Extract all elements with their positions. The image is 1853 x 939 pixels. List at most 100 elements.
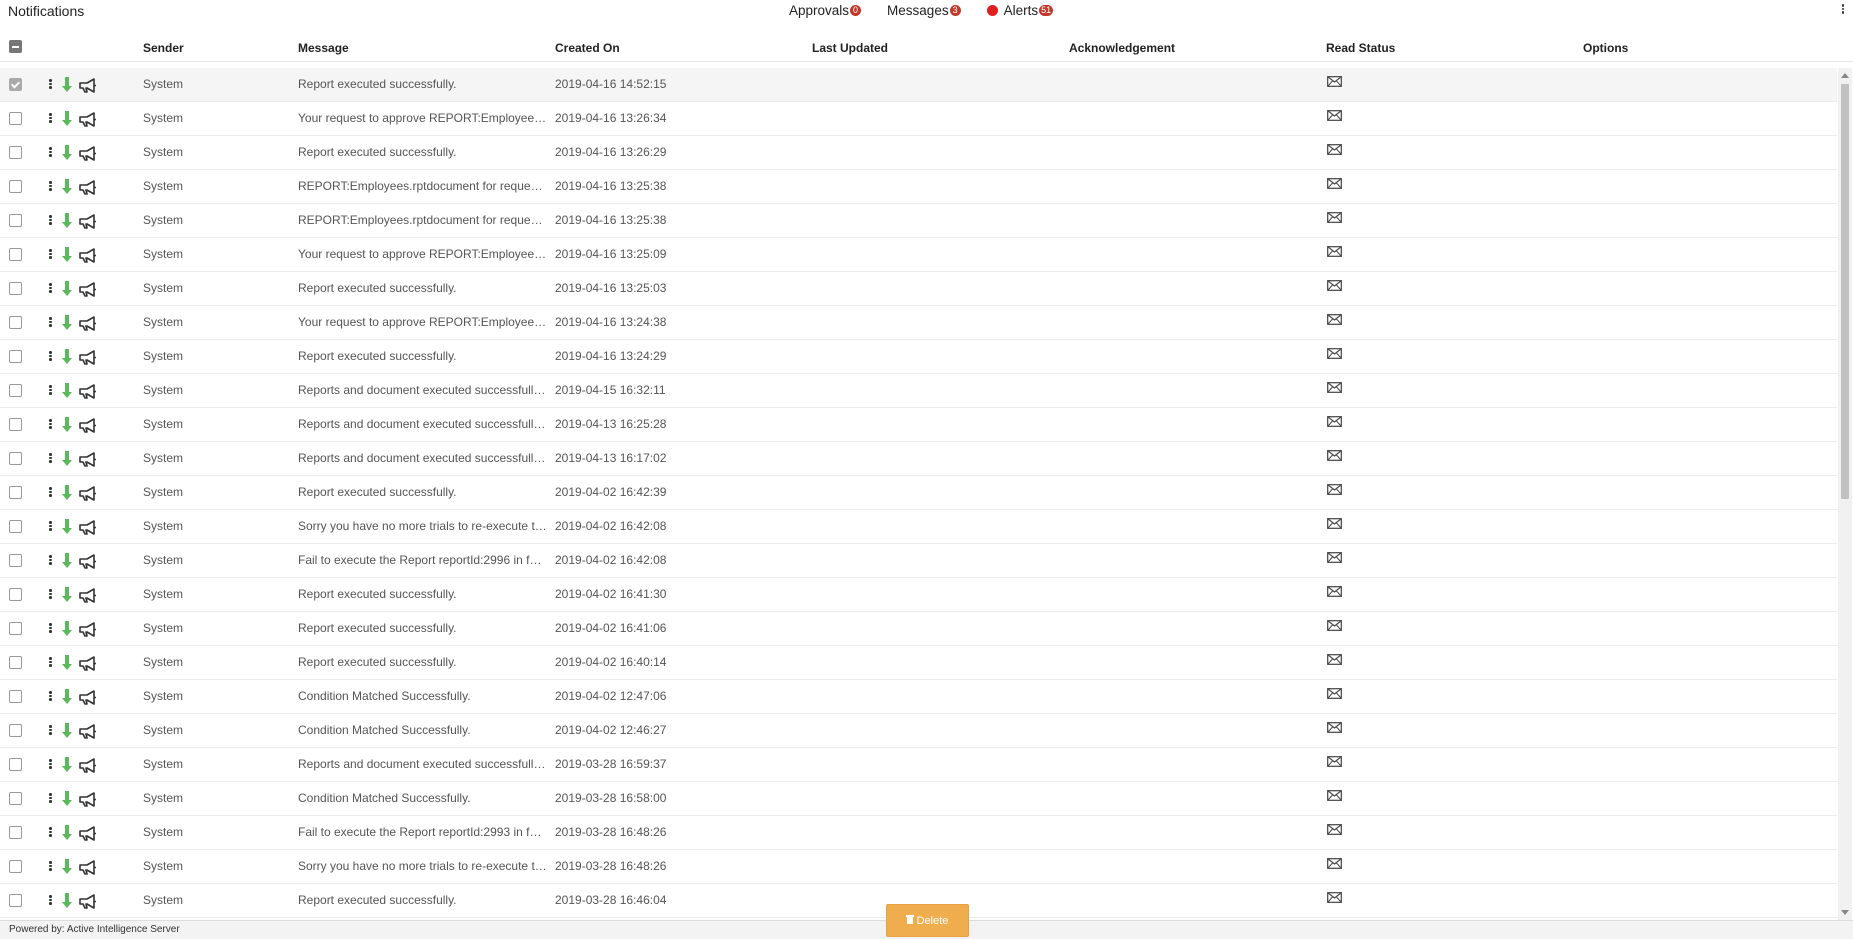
row-menu-icon[interactable] <box>49 724 52 736</box>
megaphone-icon[interactable] <box>78 418 97 436</box>
megaphone-icon[interactable] <box>78 792 97 810</box>
megaphone-icon[interactable] <box>78 384 97 402</box>
megaphone-icon[interactable] <box>78 690 97 708</box>
megaphone-icon[interactable] <box>78 588 97 606</box>
megaphone-icon[interactable] <box>78 112 97 130</box>
download-arrow-icon[interactable] <box>62 485 74 503</box>
table-row[interactable]: System Reports and document executed succ… <box>0 442 1837 476</box>
row-checkbox[interactable] <box>9 384 22 397</box>
envelope-icon[interactable] <box>1327 756 1342 770</box>
envelope-icon[interactable] <box>1327 518 1342 532</box>
row-checkbox[interactable] <box>9 146 22 159</box>
megaphone-icon[interactable] <box>78 656 97 674</box>
table-row[interactable]: System Fail to execute the Report reportI… <box>0 544 1837 578</box>
row-menu-icon[interactable] <box>49 554 52 566</box>
select-all-checkbox[interactable] <box>9 40 22 53</box>
megaphone-icon[interactable] <box>78 826 97 844</box>
row-checkbox[interactable] <box>9 486 22 499</box>
row-menu-icon[interactable] <box>49 78 52 90</box>
row-checkbox[interactable] <box>9 214 22 227</box>
message-cell[interactable]: Reports and document executed successful… <box>298 451 548 465</box>
message-cell[interactable]: Report executed successfully. <box>298 349 548 363</box>
envelope-icon[interactable] <box>1327 892 1342 906</box>
envelope-icon[interactable] <box>1327 178 1342 192</box>
envelope-icon[interactable] <box>1327 144 1342 158</box>
download-arrow-icon[interactable] <box>62 689 74 707</box>
megaphone-icon[interactable] <box>78 350 97 368</box>
row-menu-icon[interactable] <box>49 792 52 804</box>
row-checkbox[interactable] <box>9 554 22 567</box>
table-row[interactable]: System Report executed successfully. 2019-… <box>0 612 1837 646</box>
row-menu-icon[interactable] <box>49 384 52 396</box>
message-cell[interactable]: Report executed successfully. <box>298 621 548 635</box>
row-menu-icon[interactable] <box>49 690 52 702</box>
table-row[interactable]: System Report executed successfully. 2019-… <box>0 136 1837 170</box>
envelope-icon[interactable] <box>1327 110 1342 124</box>
row-checkbox[interactable] <box>9 112 22 125</box>
row-checkbox[interactable] <box>9 78 22 91</box>
message-cell[interactable]: Reports and document executed successful… <box>298 383 548 397</box>
more-options-icon[interactable] <box>1841 3 1845 17</box>
download-arrow-icon[interactable] <box>62 791 74 809</box>
envelope-icon[interactable] <box>1327 348 1342 362</box>
row-checkbox[interactable] <box>9 656 22 669</box>
megaphone-icon[interactable] <box>78 486 97 504</box>
envelope-icon[interactable] <box>1327 246 1342 260</box>
row-menu-icon[interactable] <box>49 656 52 668</box>
table-row[interactable]: System Condition Matched Successfully. 201… <box>0 782 1837 816</box>
message-cell[interactable]: Your request to approve REPORT:Employee… <box>298 247 548 261</box>
row-menu-icon[interactable] <box>49 486 52 498</box>
download-arrow-icon[interactable] <box>62 757 74 775</box>
row-checkbox[interactable] <box>9 724 22 737</box>
row-menu-icon[interactable] <box>49 758 52 770</box>
megaphone-icon[interactable] <box>78 860 97 878</box>
row-menu-icon[interactable] <box>49 248 52 260</box>
message-cell[interactable]: Report executed successfully. <box>298 587 548 601</box>
row-menu-icon[interactable] <box>49 826 52 838</box>
scroll-up-icon[interactable] <box>1841 73 1849 78</box>
row-menu-icon[interactable] <box>49 282 52 294</box>
envelope-icon[interactable] <box>1327 586 1342 600</box>
message-cell[interactable]: Sorry you have no more trials to re-exec… <box>298 519 548 533</box>
envelope-icon[interactable] <box>1327 654 1342 668</box>
message-cell[interactable]: Reports and document executed successful… <box>298 417 548 431</box>
scrollbar-thumb[interactable] <box>1841 84 1849 499</box>
message-cell[interactable]: Fail to execute the Report reportId:2996… <box>298 553 548 567</box>
envelope-icon[interactable] <box>1327 450 1342 464</box>
megaphone-icon[interactable] <box>78 894 97 912</box>
megaphone-icon[interactable] <box>78 78 97 96</box>
table-row[interactable]: System Your request to approve REPORT:Emp… <box>0 306 1837 340</box>
row-menu-icon[interactable] <box>49 588 52 600</box>
scroll-down-icon[interactable] <box>1841 910 1849 915</box>
megaphone-icon[interactable] <box>78 214 97 232</box>
table-row[interactable]: System Sorry you have no more trials to r… <box>0 850 1837 884</box>
table-row[interactable]: System Your request to approve REPORT:Emp… <box>0 238 1837 272</box>
row-checkbox[interactable] <box>9 180 22 193</box>
column-header-last-updated[interactable]: Last Updated <box>812 41 888 55</box>
row-menu-icon[interactable] <box>49 622 52 634</box>
delete-button[interactable]: Delete <box>886 904 969 937</box>
table-row[interactable]: System Your request to approve REPORT:Emp… <box>0 102 1837 136</box>
envelope-icon[interactable] <box>1327 552 1342 566</box>
download-arrow-icon[interactable] <box>62 247 74 265</box>
megaphone-icon[interactable] <box>78 622 97 640</box>
row-menu-icon[interactable] <box>49 452 52 464</box>
download-arrow-icon[interactable] <box>62 315 74 333</box>
row-checkbox[interactable] <box>9 860 22 873</box>
megaphone-icon[interactable] <box>78 316 97 334</box>
megaphone-icon[interactable] <box>78 452 97 470</box>
envelope-icon[interactable] <box>1327 790 1342 804</box>
megaphone-icon[interactable] <box>78 180 97 198</box>
row-checkbox[interactable] <box>9 350 22 363</box>
megaphone-icon[interactable] <box>78 554 97 572</box>
download-arrow-icon[interactable] <box>62 723 74 741</box>
megaphone-icon[interactable] <box>78 146 97 164</box>
row-checkbox[interactable] <box>9 418 22 431</box>
table-row[interactable]: System Reports and document executed succ… <box>0 408 1837 442</box>
tab-approvals[interactable]: Approvals 0 <box>789 3 862 18</box>
table-row[interactable]: System Report executed successfully. 2019-… <box>0 340 1837 374</box>
download-arrow-icon[interactable] <box>62 553 74 571</box>
message-cell[interactable]: Report executed successfully. <box>298 893 548 907</box>
download-arrow-icon[interactable] <box>62 859 74 877</box>
tab-messages[interactable]: Messages 3 <box>887 3 961 18</box>
